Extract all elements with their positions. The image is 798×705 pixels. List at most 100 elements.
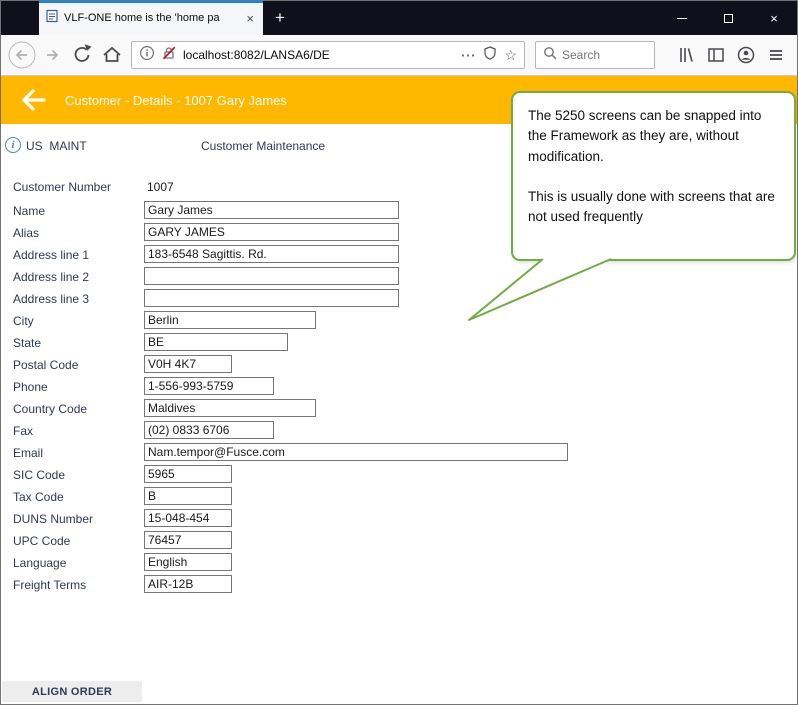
profile-icon xyxy=(737,46,755,64)
field-label: SIC Code xyxy=(13,468,66,482)
customer-number-value: 1007 xyxy=(147,180,174,194)
info-icon[interactable]: i xyxy=(5,137,21,153)
home-icon xyxy=(103,46,121,62)
browser-window: VLF-ONE home is the 'home pa × + × local… xyxy=(0,0,798,705)
field-input[interactable] xyxy=(144,377,274,395)
field-label: Email xyxy=(13,446,44,460)
form-field-row: Email xyxy=(1,443,797,465)
callout-bubble: The 5250 screens can be snapped into the… xyxy=(511,91,796,261)
field-label: Freight Terms xyxy=(13,578,87,592)
search-bar[interactable] xyxy=(535,41,655,69)
navigation-toolbar: localhost:8082/LANSA6/DE ⋯ ☆ xyxy=(1,35,797,76)
field-label: Address line 3 xyxy=(13,292,90,306)
screen-title: Customer Maintenance xyxy=(201,139,326,153)
url-text: localhost:8082/LANSA6/DE xyxy=(183,48,330,62)
field-input[interactable] xyxy=(144,509,232,527)
field-label: Phone xyxy=(13,380,48,394)
field-label: Tax Code xyxy=(13,490,64,504)
shield-icon[interactable] xyxy=(482,45,498,66)
field-label: UPC Code xyxy=(13,534,71,548)
account-button[interactable] xyxy=(731,40,761,70)
field-input[interactable] xyxy=(144,531,232,549)
field-label: Country Code xyxy=(13,402,88,416)
field-input[interactable] xyxy=(144,399,316,417)
form-field-row: SIC Code xyxy=(1,465,797,487)
forward-arrow-icon xyxy=(47,49,59,61)
field-input[interactable] xyxy=(144,421,274,439)
screen-mode-text: US MAINT xyxy=(26,139,87,153)
form-field-row: Language xyxy=(1,553,797,575)
field-input[interactable] xyxy=(144,553,232,571)
back-arrow-icon xyxy=(22,89,46,111)
tab-title: VLF-ONE home is the 'home pa xyxy=(64,12,220,24)
minimize-button[interactable] xyxy=(659,1,705,35)
reload-button[interactable] xyxy=(67,40,97,70)
field-input[interactable] xyxy=(144,267,399,285)
field-label: Name xyxy=(13,204,46,218)
back-arrow-icon xyxy=(8,41,36,69)
field-label: City xyxy=(13,314,34,328)
address-bar[interactable]: localhost:8082/LANSA6/DE ⋯ ☆ xyxy=(131,41,525,69)
bookmark-star-icon[interactable]: ☆ xyxy=(504,47,517,64)
field-label: Address line 2 xyxy=(13,270,90,284)
customer-number-label: Customer Number xyxy=(13,180,112,194)
site-info-icon[interactable] xyxy=(139,45,155,66)
maximize-icon xyxy=(723,13,733,23)
field-label: Address line 1 xyxy=(13,248,90,262)
field-input[interactable] xyxy=(144,245,399,263)
form-field-row: City xyxy=(1,311,797,333)
field-label: State xyxy=(13,336,42,350)
field-input[interactable] xyxy=(144,311,316,329)
menu-button[interactable] xyxy=(761,40,791,70)
field-label: DUNS Number xyxy=(13,512,94,526)
insecure-lock-icon[interactable] xyxy=(161,45,177,66)
field-input[interactable] xyxy=(144,443,568,461)
field-label: Language xyxy=(13,556,67,570)
tab-close-icon[interactable]: × xyxy=(244,11,256,26)
field-label: Alias xyxy=(13,226,40,240)
callout-paragraph-1: The 5250 screens can be snapped into the… xyxy=(528,108,762,164)
maximize-button[interactable] xyxy=(705,1,751,35)
minimize-icon xyxy=(677,17,687,19)
library-button[interactable] xyxy=(671,40,701,70)
form-field-row: Address line 2 xyxy=(1,267,797,289)
field-input[interactable] xyxy=(144,487,232,505)
form-field-row: Fax xyxy=(1,421,797,443)
field-label: Postal Code xyxy=(13,358,79,372)
form-field-row: Tax Code xyxy=(1,487,797,509)
search-input[interactable] xyxy=(562,48,642,62)
window-controls: × xyxy=(659,1,797,35)
close-button[interactable]: × xyxy=(751,1,797,35)
field-input[interactable] xyxy=(144,333,288,351)
field-input[interactable] xyxy=(144,465,232,483)
library-icon xyxy=(680,48,693,62)
page-title: Customer - Details - 1007 Gary James xyxy=(65,92,287,108)
field-input[interactable] xyxy=(144,201,399,219)
new-tab-button[interactable]: + xyxy=(263,1,297,35)
sidebar-icon xyxy=(708,48,724,62)
hamburger-icon xyxy=(770,50,782,60)
field-input[interactable] xyxy=(144,575,232,593)
form-field-row: UPC Code xyxy=(1,531,797,553)
form-field-row: Country Code xyxy=(1,399,797,421)
form-field-row: DUNS Number xyxy=(1,509,797,531)
field-input[interactable] xyxy=(144,289,399,307)
app-back-button[interactable] xyxy=(17,86,49,114)
title-bar: VLF-ONE home is the 'home pa × + × xyxy=(1,1,797,35)
form-field-row: State xyxy=(1,333,797,355)
forward-button[interactable] xyxy=(37,40,67,70)
field-input[interactable] xyxy=(144,355,232,373)
form-field-row: Freight Terms xyxy=(1,575,797,597)
browser-tab[interactable]: VLF-ONE home is the 'home pa × xyxy=(39,1,263,35)
back-button[interactable] xyxy=(7,40,37,70)
field-input[interactable] xyxy=(144,223,399,241)
page-actions-icon[interactable]: ⋯ xyxy=(460,46,476,64)
align-order-button[interactable]: ALIGN ORDER xyxy=(2,681,142,702)
form-field-row: Address line 3 xyxy=(1,289,797,311)
home-button[interactable] xyxy=(97,40,127,70)
search-icon xyxy=(543,46,557,65)
sidebar-button[interactable] xyxy=(701,40,731,70)
reload-icon xyxy=(74,44,92,62)
callout-paragraph-2: This is usually done with screens that a… xyxy=(528,188,775,224)
form-field-row: Phone xyxy=(1,377,797,399)
